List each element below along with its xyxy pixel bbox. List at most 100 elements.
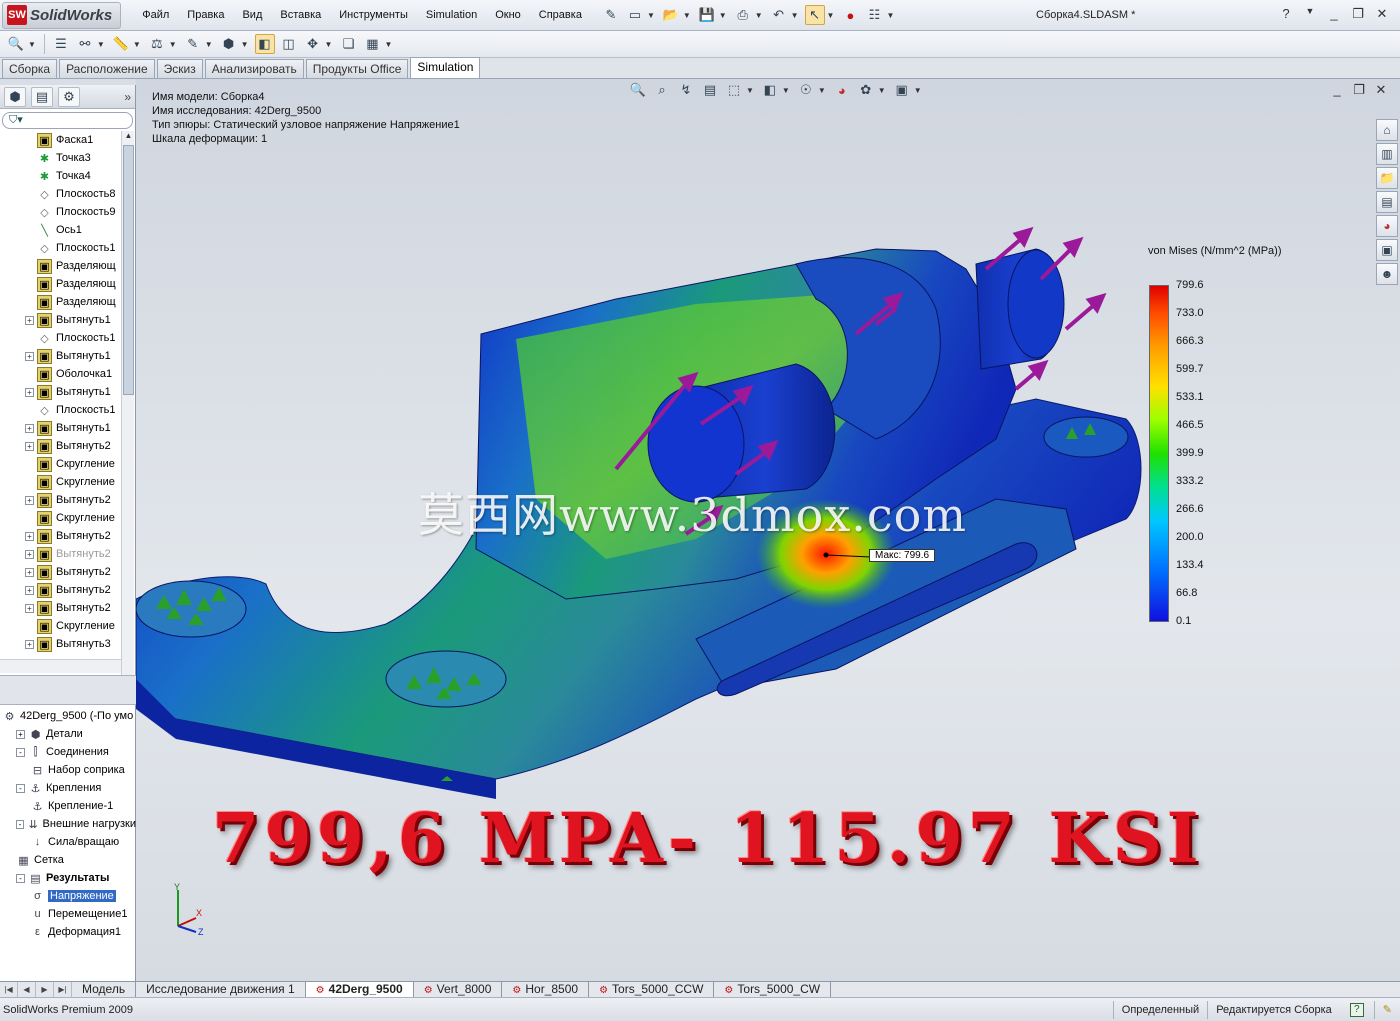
quick-tips-icon[interactable]: ? xyxy=(1349,1002,1364,1017)
restore-icon[interactable]: ❐ xyxy=(1346,6,1370,22)
expand-icon[interactable]: + xyxy=(25,423,34,433)
chevron-down-icon[interactable]: ▼ xyxy=(746,86,754,95)
tree-item[interactable]: + ▣ Вытянуть1 xyxy=(0,383,121,401)
design-library-icon[interactable]: ▥ xyxy=(1376,143,1398,165)
menu-view[interactable]: Вид xyxy=(233,0,271,31)
study-tree-item[interactable]: ε Деформация1 xyxy=(0,923,136,941)
appearances-icon[interactable]: ◕ xyxy=(1376,215,1398,237)
stress-legend[interactable]: von Mises (N/mm^2 (MPa)) 799.6 733.0 666.3… xyxy=(1148,245,1282,627)
zoom-icon[interactable]: 🔍 xyxy=(6,34,26,54)
zoom-area-icon[interactable]: ⌕ xyxy=(652,80,672,100)
expand-icon[interactable]: + xyxy=(25,441,34,451)
first-tab-icon[interactable]: |◀ xyxy=(0,982,18,997)
tree-item[interactable]: ▣ Разделяющ xyxy=(0,257,121,275)
feature-manager-icon[interactable]: ⬢ xyxy=(4,86,26,107)
rebuild-icon[interactable]: ✎ xyxy=(1373,1000,1400,1019)
chevron-down-icon[interactable]: ▼ xyxy=(169,40,177,49)
view-orientation-icon[interactable]: ⬚ xyxy=(724,80,744,100)
menu-help[interactable]: Справка xyxy=(530,0,591,31)
solidworks-logo[interactable]: SW SolidWorks xyxy=(2,1,122,29)
tree-item[interactable]: ✱ Точка3 xyxy=(0,149,121,167)
appearance-icon[interactable]: ◕ xyxy=(832,80,852,100)
smart-mates-icon[interactable]: ⚯ xyxy=(75,34,95,54)
tree-item[interactable]: + ▣ Вытянуть1 xyxy=(0,347,121,365)
study-tree-item[interactable]: ⚙ 42Derg_9500 (-По умо xyxy=(0,707,136,725)
last-tab-icon[interactable]: ▶| xyxy=(54,982,72,997)
chevron-down-icon[interactable]: ▼ xyxy=(782,86,790,95)
scroll-thumb[interactable] xyxy=(123,145,134,395)
restore-icon[interactable]: ❐ xyxy=(1348,79,1370,101)
expand-icon[interactable]: + xyxy=(25,351,34,361)
copy-icon[interactable]: ❏ xyxy=(338,34,358,54)
tree-item[interactable]: + ▣ Вытянуть2 xyxy=(0,599,121,617)
chevron-down-icon[interactable]: ▼ xyxy=(719,11,727,20)
help-icon[interactable]: ? xyxy=(1274,6,1298,22)
chevron-down-icon[interactable]: ▼ xyxy=(647,11,655,20)
new-document-icon[interactable]: ▭ xyxy=(625,5,645,25)
feature-tree-scrollbar[interactable]: ▲ ▼ xyxy=(121,131,134,701)
close-icon[interactable]: ✕ xyxy=(1370,79,1392,101)
expand-icon[interactable]: + xyxy=(25,531,34,541)
collapse-icon[interactable]: - xyxy=(16,783,25,793)
menu-window[interactable]: Окно xyxy=(486,0,530,31)
section-view-icon[interactable]: ◫ xyxy=(279,34,299,54)
custom-properties-icon[interactable]: ▣ xyxy=(1376,239,1398,261)
study-tree-item[interactable]: - ⫿ Соединения xyxy=(0,743,136,761)
menu-tools[interactable]: Инструменты xyxy=(330,0,417,31)
chevron-down-icon[interactable]: ▼ xyxy=(914,86,922,95)
display-style-icon[interactable]: ◧ xyxy=(760,80,780,100)
bottom-tab[interactable]: Исследование движения 1 xyxy=(136,982,306,997)
minimize-icon[interactable]: _ xyxy=(1322,6,1346,22)
insert-component-icon[interactable]: ⬢ xyxy=(219,34,239,54)
minimize-icon[interactable]: _ xyxy=(1326,79,1348,101)
chevron-down-icon[interactable]: ▼ xyxy=(205,40,213,49)
tab-evaluate[interactable]: Анализировать xyxy=(204,59,304,78)
close-icon[interactable]: ✕ xyxy=(1370,6,1394,22)
scroll-up-icon[interactable]: ▲ xyxy=(122,131,135,144)
expand-icon[interactable]: + xyxy=(25,567,34,577)
chevron-down-icon[interactable]: ▼ xyxy=(1298,6,1322,22)
open-folder-icon[interactable]: 📂 xyxy=(661,5,681,25)
collapse-icon[interactable]: - xyxy=(16,819,24,829)
expand-icon[interactable]: + xyxy=(25,387,34,397)
tab-office-products[interactable]: Продукты Office xyxy=(305,59,409,78)
tree-item[interactable]: ▣ Оболочка1 xyxy=(0,365,121,383)
shaded-view-icon[interactable]: ◧ xyxy=(254,34,275,54)
prev-tab-icon[interactable]: ◀ xyxy=(18,982,36,997)
collapse-icon[interactable]: - xyxy=(16,747,25,757)
tree-item[interactable]: ▣ Разделяющ xyxy=(0,275,121,293)
scene-icon[interactable]: ✿ xyxy=(856,80,876,100)
tree-item[interactable]: ◇ Плоскость8 xyxy=(0,185,121,203)
menu-simulation[interactable]: Simulation xyxy=(417,0,486,31)
expand-icon[interactable]: + xyxy=(25,549,34,559)
undo-icon[interactable]: ↶ xyxy=(769,5,789,25)
study-tree-item[interactable]: ▦ Сетка xyxy=(0,851,136,869)
tree-item[interactable]: + ▣ Вытянуть2 xyxy=(0,581,121,599)
chevron-down-icon[interactable]: ▼ xyxy=(878,86,886,95)
chevron-down-icon[interactable]: ▼ xyxy=(325,40,333,49)
feature-list-icon[interactable]: ☰ xyxy=(51,34,71,54)
chevron-down-icon[interactable]: ▼ xyxy=(791,11,799,20)
chevron-down-icon[interactable]: ▼ xyxy=(818,86,826,95)
tree-item[interactable]: ◇ Плоскость1 xyxy=(0,401,121,419)
tree-item[interactable]: ▣ Разделяющ xyxy=(0,293,121,311)
zoom-fit-icon[interactable]: 🔍 xyxy=(628,80,648,100)
home-icon[interactable]: ⌂ xyxy=(1376,119,1398,141)
max-stress-callout[interactable]: Макс: 799.6 xyxy=(869,549,936,562)
property-manager-icon[interactable]: ▤ xyxy=(31,86,53,107)
edit-component-icon[interactable]: ✎ xyxy=(183,34,203,54)
tree-item[interactable]: + ▣ Вытянуть2 xyxy=(0,563,121,581)
tree-item[interactable]: + ▣ Вытянуть2 xyxy=(0,527,121,545)
study-tree-item[interactable]: - ⚓ Крепления xyxy=(0,779,136,797)
measure-icon[interactable]: 📏 xyxy=(111,34,131,54)
expand-icon[interactable]: + xyxy=(25,315,34,325)
tree-item[interactable]: + ▣ Вытянуть2 xyxy=(0,437,121,455)
tree-item[interactable]: ╲ Ось1 xyxy=(0,221,121,239)
select-arrow-icon[interactable]: ↖ xyxy=(804,5,825,25)
tree-item[interactable]: ▣ Скругление xyxy=(0,455,121,473)
tree-item[interactable]: ▣ Фаска1 xyxy=(0,131,121,149)
file-explorer-icon[interactable]: 📁 xyxy=(1376,167,1398,189)
study-tree-item[interactable]: - ▤ Результаты xyxy=(0,869,136,887)
configuration-manager-icon[interactable]: ⚙ xyxy=(58,86,80,107)
tree-item[interactable]: ▣ Скругление xyxy=(0,617,121,635)
